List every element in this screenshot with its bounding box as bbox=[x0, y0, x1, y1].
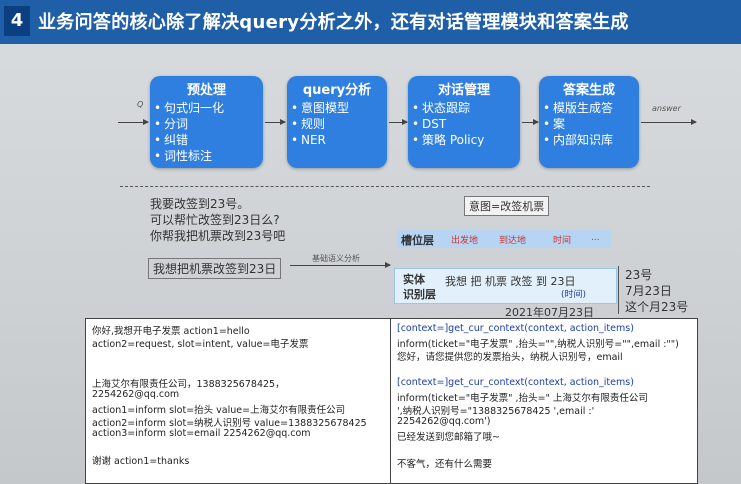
time-tag: (时间) bbox=[561, 290, 587, 300]
panel-line: 2254262@qq.com') bbox=[397, 416, 491, 427]
panel-line: ',纳税人识别号="1388325678425 ',email :' bbox=[397, 406, 595, 417]
module-item: 内部知识库 bbox=[543, 132, 639, 148]
date-candidate: 7月23日 bbox=[625, 284, 672, 298]
title-bar: 4 业务问答的核心除了解决query分析之外，还有对话管理模块和答案生成 bbox=[0, 0, 741, 44]
date-candidates: 23号 7月23日 这个月23号 bbox=[618, 266, 693, 314]
intent-box: 意图=改签机票 bbox=[464, 196, 550, 216]
date-candidate: 23号 bbox=[625, 268, 653, 282]
recognition-label: 识别层 bbox=[403, 288, 436, 301]
output-label: answer bbox=[652, 104, 681, 113]
module-item: 纠错 bbox=[154, 132, 263, 148]
panel-line: 已经发送到您邮箱了哦~ bbox=[397, 432, 500, 443]
slot-layer-label: 槽位层 bbox=[401, 234, 434, 247]
module-item: 句式归一化 bbox=[154, 100, 263, 116]
normalized-query: 我想把机票改签到23日 bbox=[148, 258, 282, 279]
arrow-input bbox=[118, 119, 149, 125]
module-item: 分词 bbox=[154, 116, 263, 132]
module-title: 预处理 bbox=[186, 83, 226, 98]
input-label: Q bbox=[137, 100, 144, 109]
module-item: 策略 Policy bbox=[412, 132, 520, 148]
module-dialog-management: 对话管理 状态跟踪 DST 策略 Policy bbox=[408, 76, 520, 168]
panel-line: 你好,我想开电子发票 action1=hello bbox=[92, 326, 250, 337]
slot-item: 到达地 bbox=[499, 236, 527, 246]
arrow-1 bbox=[265, 119, 286, 125]
divider bbox=[120, 186, 650, 187]
slot-item: 出发地 bbox=[451, 236, 479, 246]
utterance: 你帮我把机票改到23号吧 bbox=[150, 229, 286, 243]
module-item: 规则 bbox=[291, 116, 387, 132]
module-query-analysis: query分析 意图模型 规则 NER bbox=[287, 76, 387, 168]
module-item: 意图模型 bbox=[291, 100, 387, 116]
utterance: 我要改签到23号。 bbox=[150, 197, 250, 211]
analysis-label: 基础语义分析 bbox=[312, 254, 360, 263]
panel-line: action3=inform slot=email 2254262@qq.com bbox=[92, 428, 311, 439]
module-item: DST bbox=[412, 116, 520, 132]
module-item: 词性标注 bbox=[154, 148, 263, 164]
panel-line: inform(ticket="电子发票" ,抬头=" 上海艾尔有限责任公司 bbox=[397, 393, 648, 404]
slot-item: ... bbox=[591, 233, 600, 243]
entity-label: 实体 bbox=[403, 273, 425, 286]
panel-line: inform(ticket="电子发票" ,抬头="",纳税人识别号="",em… bbox=[397, 339, 679, 350]
panel-line: 您好，请您提供您的发票抬头，纳税人识别号，email bbox=[397, 352, 623, 363]
panel-line: action2=request, slot=intent, value=电子发票 bbox=[92, 339, 309, 350]
panel-line: [context=]get_cur_context(context, actio… bbox=[397, 377, 634, 388]
slide: 4 业务问答的核心除了解决query分析之外，还有对话管理模块和答案生成 Q 预… bbox=[0, 0, 741, 484]
slot-layer: 槽位层 出发地 到达地 时间 ... bbox=[397, 230, 611, 248]
module-answer-generation: 答案生成 模版生成答 案 内部知识库 bbox=[539, 76, 639, 168]
entity-tokens: 我想 把 机票 改签 到 23日 bbox=[445, 275, 576, 288]
arrow-analysis bbox=[290, 262, 391, 268]
panel-line: 谢谢 action1=thanks bbox=[92, 456, 190, 467]
module-title: query分析 bbox=[302, 83, 372, 98]
module-item: NER bbox=[291, 132, 387, 148]
dialog-example-left: 你好,我想开电子发票 action1=hello action2=request… bbox=[85, 318, 391, 484]
slide-number: 4 bbox=[4, 6, 30, 36]
module-item: 案 bbox=[543, 116, 639, 132]
entity-layer: 实体 识别层 我想 把 机票 改签 到 23日 (时间) bbox=[394, 268, 617, 304]
module-item: 状态跟踪 bbox=[412, 100, 520, 116]
arrow-3 bbox=[522, 119, 539, 125]
arrow-2 bbox=[389, 119, 408, 125]
panel-line: action2=inform slot=纳税人识别号 value=1388325… bbox=[92, 418, 367, 429]
module-item: 模版生成答 bbox=[543, 100, 639, 116]
panel-line: [context=]get_cur_context(context, actio… bbox=[397, 323, 634, 334]
arrow-output bbox=[641, 119, 697, 125]
module-title: 对话管理 bbox=[437, 83, 490, 98]
slot-item: 时间 bbox=[553, 236, 572, 246]
slide-title: 业务问答的核心除了解决query分析之外，还有对话管理模块和答案生成 bbox=[38, 12, 629, 33]
panel-line: 不客气，还有什么需要 bbox=[397, 459, 493, 470]
dialog-example-right: [context=]get_cur_context(context, actio… bbox=[390, 318, 698, 484]
panel-line: 上海艾尔有限责任公司，1388325678425， bbox=[92, 379, 285, 390]
utterance: 可以帮忙改签到23日么? bbox=[150, 213, 280, 227]
panel-line: action1=inform slot=抬头 value=上海艾尔有限责任公司 bbox=[92, 405, 346, 416]
module-title: 答案生成 bbox=[562, 83, 615, 98]
panel-line: 2254262@qq.com bbox=[92, 389, 180, 400]
module-preprocess: 预处理 句式归一化 分词 纠错 词性标注 bbox=[150, 76, 263, 168]
date-candidate: 这个月23号 bbox=[625, 300, 689, 314]
